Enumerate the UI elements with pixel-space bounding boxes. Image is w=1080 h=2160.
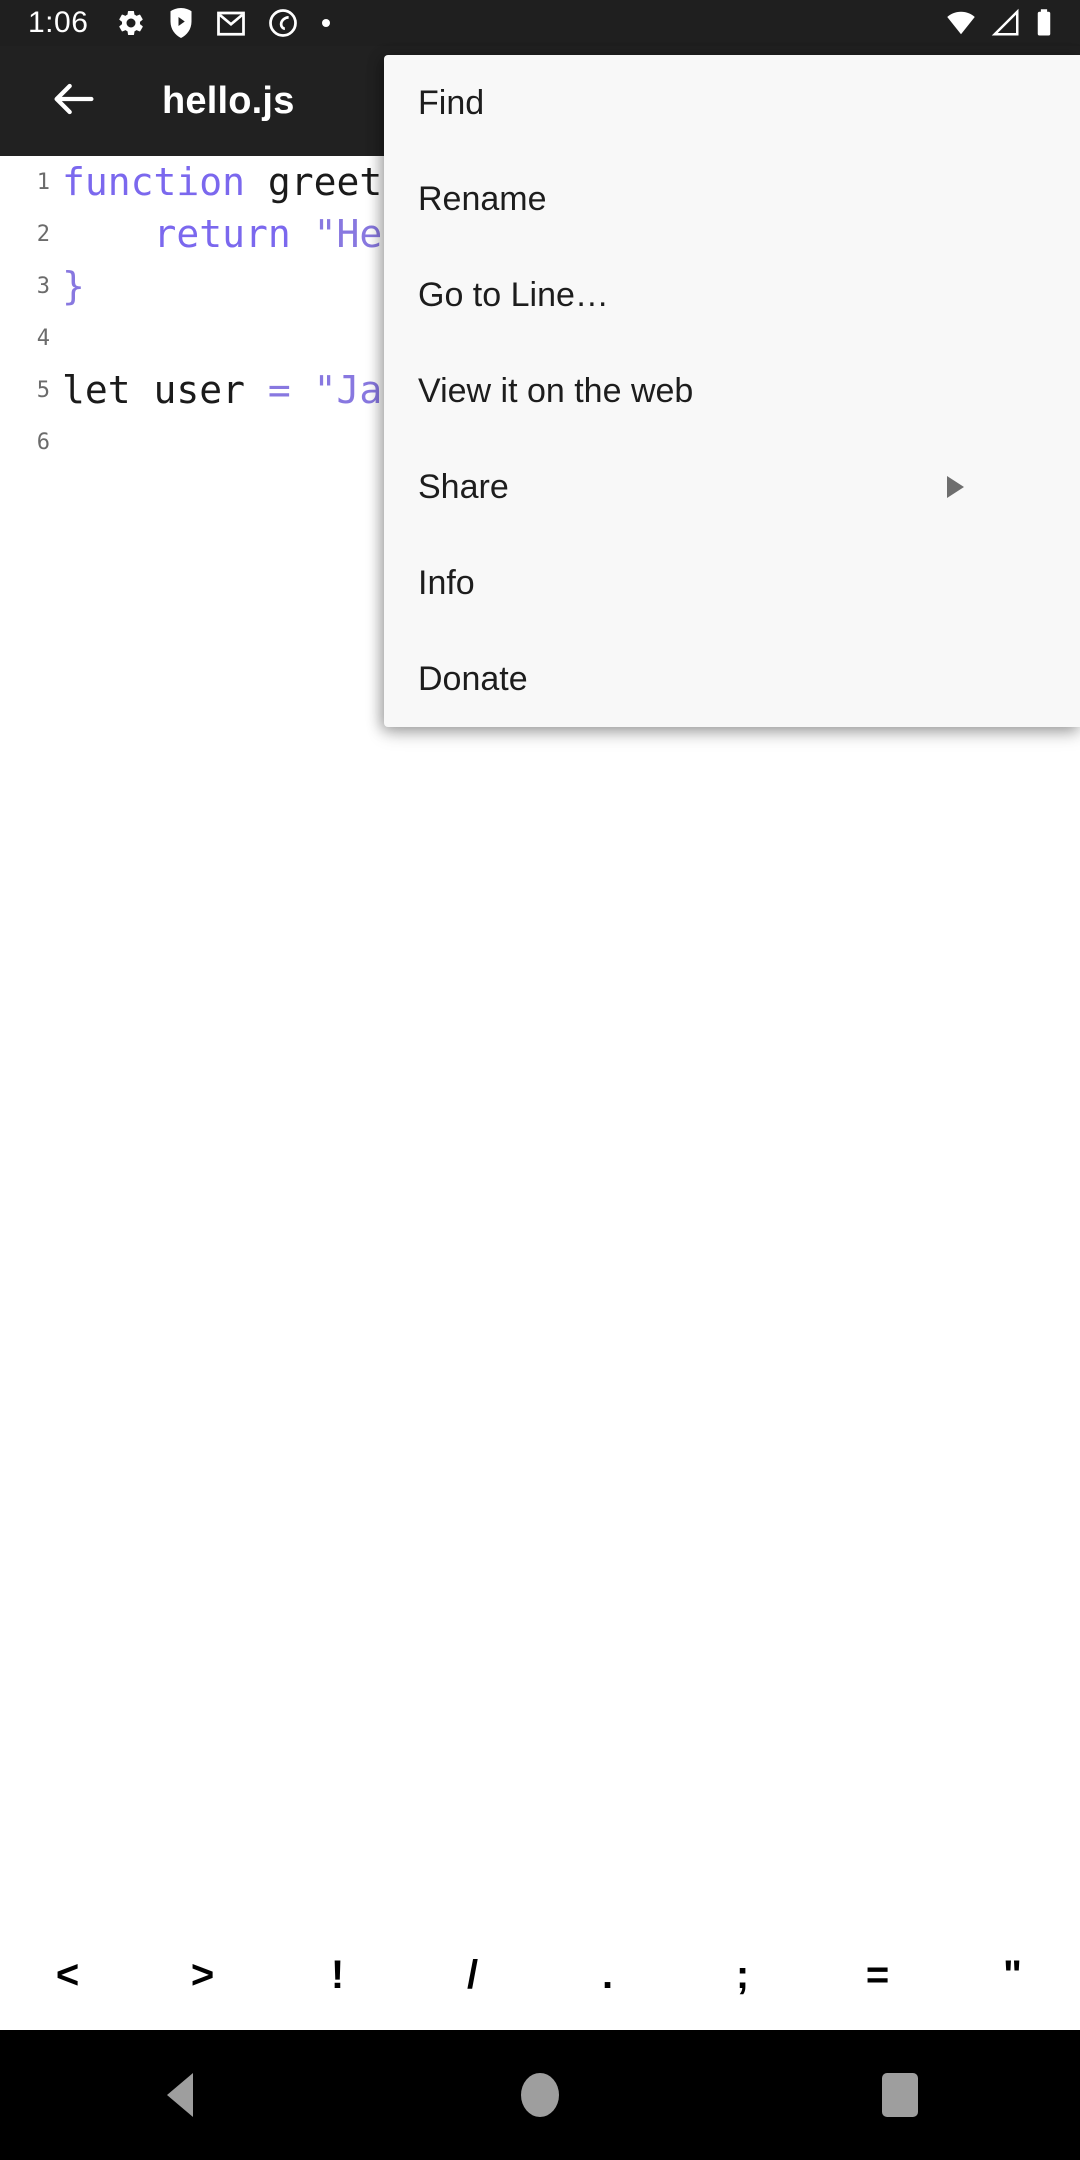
menu-item-label: Info	[418, 563, 475, 602]
submenu-arrow-icon	[947, 476, 964, 498]
line-number: 1	[36, 169, 50, 195]
play-shield-icon	[168, 8, 194, 38]
back-button[interactable]	[38, 65, 110, 137]
menu-item-rename[interactable]: Rename	[384, 151, 1080, 247]
home-nav-icon	[521, 2073, 559, 2117]
status-bar-clock: 1:06	[28, 6, 89, 39]
symbol-key[interactable]: !	[270, 1955, 405, 1995]
gmail-icon	[216, 8, 246, 38]
back-nav-icon	[167, 2073, 193, 2117]
code-line-text: let user = "Jane	[62, 364, 428, 416]
nav-back-button[interactable]	[120, 2030, 240, 2160]
symbol-key[interactable]: =	[810, 1955, 945, 1995]
symbol-key[interactable]: <	[0, 1955, 135, 1995]
status-bar-system-icons	[944, 8, 1054, 38]
recents-nav-icon	[882, 2073, 918, 2117]
menu-item-label: Go to Line…	[418, 275, 609, 314]
gear-icon	[116, 8, 146, 38]
status-bar: 1:06	[0, 0, 1080, 46]
code-token: =	[267, 368, 314, 412]
line-number: 5	[36, 377, 50, 403]
symbol-key[interactable]: /	[405, 1955, 540, 1995]
menu-item-label: View it on the web	[418, 371, 694, 410]
menu-item-info[interactable]: Info	[384, 535, 1080, 631]
code-token: }	[62, 264, 85, 308]
nav-recents-button[interactable]	[840, 2030, 960, 2160]
menu-item-label: Rename	[418, 179, 547, 218]
cell-signal-icon	[990, 8, 1022, 38]
code-token: function	[62, 160, 268, 204]
code-line-text: }	[62, 260, 85, 312]
popup-menu-list: Find Rename Go to Line… View it on the web S…	[384, 55, 1080, 727]
menu-item-find[interactable]: Find	[384, 55, 1080, 151]
status-bar-notification-icons	[116, 8, 332, 38]
line-number: 2	[36, 221, 50, 247]
code-token: let user	[62, 368, 268, 412]
code-token: return	[62, 212, 314, 256]
menu-item-share[interactable]: Share	[384, 439, 1080, 535]
page-title: hello.js	[162, 79, 295, 122]
symbol-key[interactable]: .	[540, 1955, 675, 1995]
menu-item-label: Share	[418, 467, 509, 506]
phone-screen: 1:06 hello.js 1 function greeter 2 retur…	[0, 0, 1080, 2160]
menu-item-view-it-on-the-web[interactable]: View it on the web	[384, 343, 1080, 439]
menu-item-go-to-line[interactable]: Go to Line…	[384, 247, 1080, 343]
symbol-key-list: < >! /.; = "	[0, 1955, 1080, 1995]
menu-item-donate[interactable]: Donate	[384, 631, 1080, 727]
nav-home-button[interactable]	[480, 2030, 600, 2160]
circle-slash-icon	[268, 8, 298, 38]
symbol-toolbar[interactable]: < >! /.; = "	[0, 1920, 1080, 2030]
menu-item-label: Find	[418, 83, 485, 122]
line-number: 4	[36, 325, 50, 351]
symbol-key[interactable]: "	[945, 1955, 1080, 1995]
wifi-icon	[944, 8, 978, 38]
menu-item-label: Donate	[418, 659, 528, 698]
symbol-key[interactable]: ;	[675, 1955, 810, 1995]
symbol-key[interactable]: >	[135, 1955, 270, 1995]
battery-icon	[1034, 8, 1054, 38]
line-number: 6	[36, 429, 50, 455]
arrow-left-icon	[48, 73, 100, 130]
dot-icon	[320, 17, 332, 29]
system-navigation-bar	[0, 2030, 1080, 2160]
overflow-popup-menu[interactable]: Find Rename Go to Line… View it on the web S…	[384, 55, 1080, 727]
line-number: 3	[36, 273, 50, 299]
